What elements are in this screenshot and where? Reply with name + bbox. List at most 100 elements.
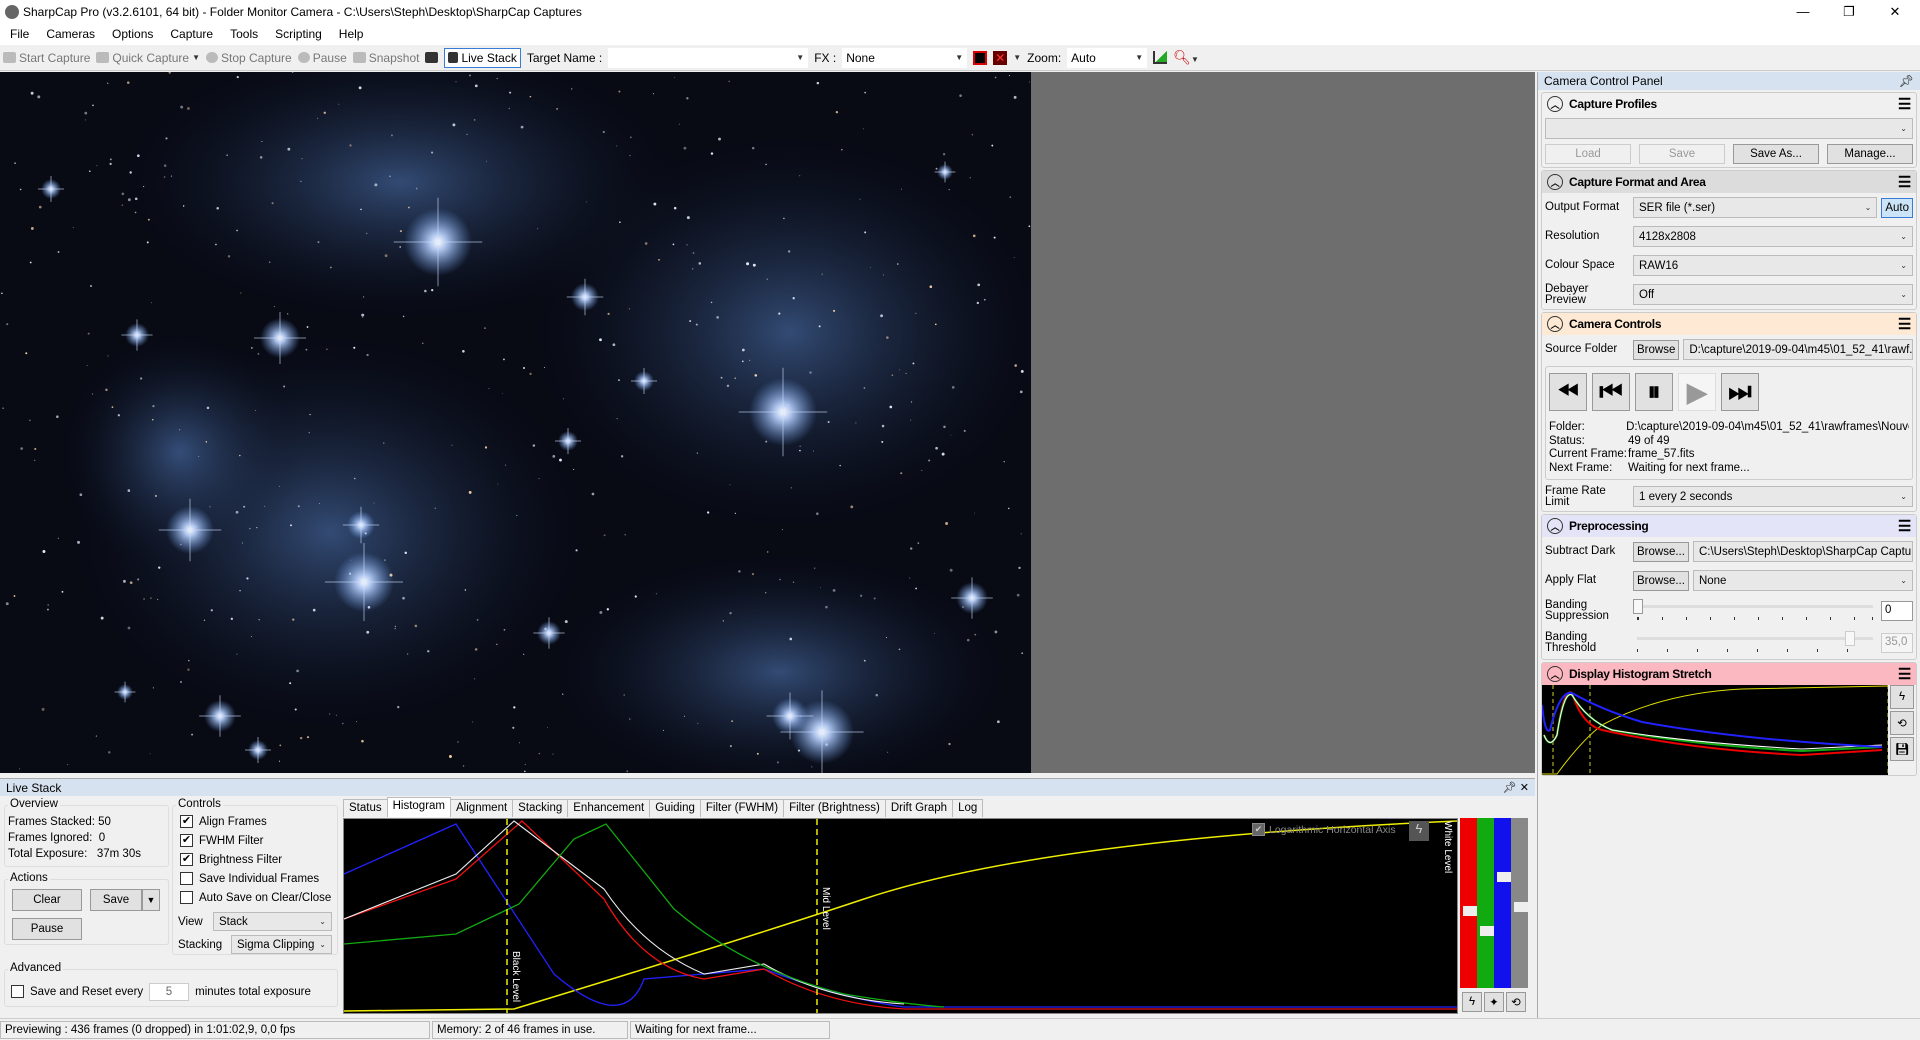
save-icon[interactable]: 💾︎ — [1890, 737, 1914, 761]
checkbox-checked[interactable]: ✔ — [180, 853, 193, 866]
menu-help[interactable]: Help — [339, 27, 364, 41]
collapse-icon[interactable]: ︿ — [1547, 666, 1563, 682]
snapshot-button[interactable]: Snapshot — [352, 51, 419, 65]
apply-flat-select[interactable]: None ⌄ — [1692, 570, 1913, 591]
tab-guiding[interactable]: Guiding — [649, 799, 701, 817]
tab-log[interactable]: Log — [952, 799, 984, 817]
minimize-button[interactable]: — — [1780, 0, 1826, 23]
auto-button[interactable]: Auto — [1881, 197, 1913, 218]
save-reset-checkbox[interactable]: Save and Reset every 5 minutes total exp… — [11, 982, 311, 1001]
menu-cameras[interactable]: Cameras — [46, 27, 95, 41]
banding-threshold-input[interactable]: 35,0 — [1881, 633, 1913, 653]
reset-icon[interactable]: ⟲ — [1890, 711, 1914, 735]
pause-button[interactable]: Pause — [297, 51, 347, 65]
slider-thumb[interactable] — [1633, 599, 1643, 614]
debayer-select[interactable]: Off ⌄ — [1633, 284, 1913, 305]
pause-playback-button[interactable]: ⏸︎ — [1635, 373, 1673, 411]
chevron-down-icon[interactable]: ▼ — [1013, 53, 1021, 62]
pin-icon[interactable]: 📌︎ — [1899, 74, 1914, 88]
quick-capture-button[interactable]: Quick Capture ▼ — [96, 51, 200, 65]
menu-icon[interactable]: ☰ — [1898, 517, 1911, 535]
banding-suppression-input[interactable]: 0 — [1881, 601, 1913, 621]
collapse-icon[interactable]: ︿ — [1547, 174, 1563, 190]
focus-aid-button[interactable]: ✕ — [993, 50, 1008, 65]
checkbox-unchecked[interactable] — [180, 872, 193, 885]
save-stack-button[interactable]: Save — [90, 889, 142, 911]
image-viewer[interactable] — [0, 72, 1031, 773]
menu-capture[interactable]: Capture — [170, 27, 213, 41]
fx-select[interactable]: None ▼ — [842, 47, 968, 68]
pin-icon[interactable]: 📌︎ — [1503, 782, 1517, 794]
pause-stack-button[interactable]: Pause — [12, 918, 82, 940]
profile-select[interactable]: ⌄ — [1545, 117, 1913, 139]
auto-stretch-icon[interactable]: ϟ — [1409, 821, 1429, 841]
load-profile-button[interactable]: Load — [1545, 144, 1631, 164]
histogram-icon[interactable] — [1153, 51, 1168, 64]
stacking-select[interactable]: Sigma Clipping ⌄ — [231, 935, 332, 954]
browse-flat-button[interactable]: Browse... — [1633, 570, 1689, 591]
play-button[interactable]: ▶︎ — [1678, 373, 1716, 411]
auto-level-icon[interactable]: ϟ — [1462, 992, 1482, 1012]
tab-enhancement[interactable]: Enhancement — [567, 799, 651, 817]
align-frames-checkbox[interactable]: ✔ Align Frames — [180, 812, 331, 831]
maximize-button[interactable]: ❐ — [1826, 0, 1872, 23]
live-stack-button[interactable]: Live Stack — [444, 47, 521, 68]
clear-button[interactable]: Clear — [12, 889, 82, 911]
zoom-select[interactable]: Auto ▼ — [1067, 47, 1148, 68]
red-level-thumb[interactable] — [1463, 906, 1477, 916]
auto-stretch-icon[interactable]: ϟ — [1890, 685, 1914, 709]
subtract-dark-select[interactable]: C:\Users\Steph\Desktop\SharpCap Captu...… — [1692, 541, 1913, 562]
menu-icon[interactable]: ☰ — [1898, 315, 1911, 333]
level-sliders[interactable] — [1460, 818, 1530, 988]
collapse-icon[interactable]: ︿ — [1547, 316, 1563, 332]
checkbox-unchecked[interactable] — [11, 985, 24, 998]
tab-filter-fwhm[interactable]: Filter (FWHM) — [699, 799, 785, 817]
browse-dark-button[interactable]: Browse... — [1633, 541, 1689, 562]
source-folder-select[interactable]: D:\capture\2019-09-04\m45\01_52_41\rawf.… — [1683, 339, 1913, 360]
slider-thumb[interactable] — [1845, 631, 1856, 646]
stack-histogram[interactable]: Black Level Mid Level White Level ✔ Logar… — [343, 818, 1458, 1014]
zoom-tool-icon[interactable]: 🔍︎▼ — [1173, 49, 1199, 66]
checkbox-unchecked[interactable] — [180, 891, 193, 904]
stretch-histogram[interactable] — [1542, 685, 1888, 775]
checkbox-checked[interactable]: ✔ — [180, 815, 193, 828]
skip-back-button[interactable]: ⏮︎ — [1592, 373, 1630, 411]
save-dropdown-button[interactable]: ▼ — [142, 889, 160, 911]
save-as-profile-button[interactable]: Save As... — [1733, 144, 1819, 164]
reticle-button[interactable] — [973, 50, 988, 65]
resolution-select[interactable]: 4128x2808 ⌄ — [1633, 226, 1913, 247]
frame-rate-select[interactable]: 1 every 2 seconds ⌄ — [1633, 486, 1913, 507]
target-name-input[interactable]: ▼ — [608, 47, 809, 68]
tab-stacking[interactable]: Stacking — [512, 799, 569, 817]
menu-icon[interactable]: ☰ — [1898, 665, 1911, 683]
tab-drift-graph[interactable]: Drift Graph — [884, 799, 954, 817]
save-individual-frames-checkbox[interactable]: Save Individual Frames — [180, 869, 331, 888]
close-button[interactable]: ✕ — [1872, 0, 1918, 23]
menu-tools[interactable]: Tools — [230, 27, 258, 41]
skip-forward-button[interactable]: ⏭︎ — [1721, 373, 1759, 411]
minutes-stepper[interactable]: 5 — [149, 982, 190, 1001]
green-level-thumb[interactable] — [1480, 926, 1494, 936]
tab-status[interactable]: Status — [343, 799, 388, 817]
tab-filter-brightness[interactable]: Filter (Brightness) — [783, 799, 886, 817]
view-select[interactable]: Stack ⌄ — [213, 912, 332, 931]
output-format-select[interactable]: SER file (*.ser) ⌄ — [1633, 197, 1878, 218]
sparkle-icon[interactable]: ✦ — [1484, 992, 1504, 1012]
stop-capture-button[interactable]: Stop Capture — [206, 51, 292, 65]
monitor-button[interactable] — [425, 52, 439, 63]
browse-source-button[interactable]: Browse — [1633, 339, 1680, 360]
checkbox-checked[interactable]: ✔ — [1252, 823, 1265, 836]
log-axis-checkbox[interactable]: ✔ Logarithmic Horizontal Axis — [1252, 823, 1396, 836]
tab-alignment[interactable]: Alignment — [450, 799, 514, 817]
auto-save-checkbox[interactable]: Auto Save on Clear/Close — [180, 888, 331, 907]
banding-threshold-slider[interactable] — [1633, 631, 1877, 655]
save-profile-button[interactable]: Save — [1639, 144, 1725, 164]
chevron-down-icon[interactable]: ▼ — [192, 53, 200, 62]
checkbox-checked[interactable]: ✔ — [180, 834, 193, 847]
menu-scripting[interactable]: Scripting — [275, 27, 322, 41]
close-icon[interactable]: ✕ — [1520, 782, 1529, 794]
fwhm-filter-checkbox[interactable]: ✔ FWHM Filter — [180, 831, 331, 850]
tab-histogram[interactable]: Histogram — [386, 797, 452, 817]
menu-file[interactable]: File — [10, 27, 29, 41]
rewind-button[interactable]: ⏪︎ — [1549, 373, 1587, 411]
